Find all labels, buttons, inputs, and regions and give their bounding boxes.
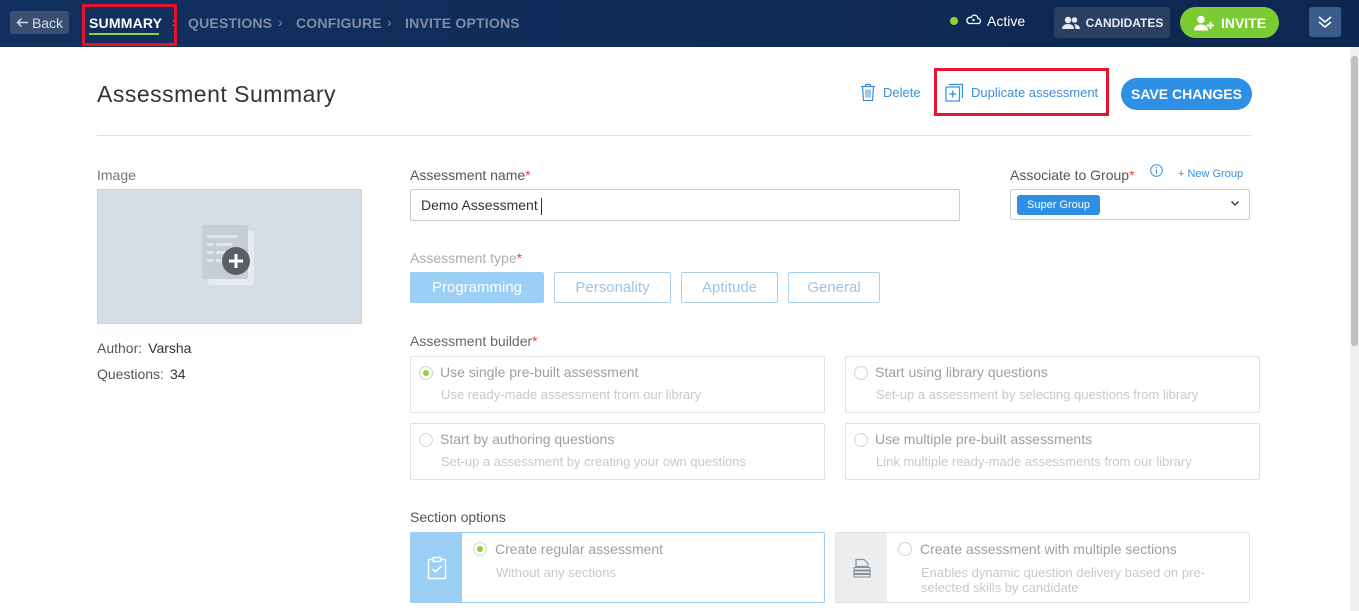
page-title: Assessment Summary xyxy=(97,81,337,107)
clipboard-check-icon xyxy=(427,556,446,579)
builder-option-library-questions[interactable]: Start using library questions Set-up a a… xyxy=(845,356,1260,413)
image-placeholder-icon xyxy=(201,224,254,285)
chevron-down-double-icon xyxy=(1318,16,1332,29)
option-subtitle-line2: selected skills by candidate xyxy=(921,580,1079,595)
group-tag[interactable]: Super Group xyxy=(1017,195,1100,215)
option-title: Create assessment with multiple sections xyxy=(920,541,1177,557)
step-separator: › xyxy=(387,14,392,30)
option-subtitle: Set-up a assessment by selecting questio… xyxy=(876,387,1199,402)
type-programming-button[interactable]: Programming xyxy=(410,272,544,303)
delete-label: Delete xyxy=(883,85,921,100)
section-icon-area xyxy=(836,533,887,602)
status-text[interactable]: Active xyxy=(987,13,1025,29)
candidates-label: CANDIDATES xyxy=(1085,15,1164,30)
trash-icon xyxy=(861,83,875,102)
cloud-status-icon xyxy=(966,14,981,25)
step-separator: › xyxy=(278,14,283,30)
users-icon xyxy=(1061,16,1080,29)
type-personality-button[interactable]: Personality xyxy=(554,272,671,303)
builder-option-authoring[interactable]: Start by authoring questions Set-up a as… xyxy=(410,423,825,480)
chevron-down-icon xyxy=(1231,201,1239,206)
assessment-name-label: Assessment name* xyxy=(410,167,531,183)
step-configure[interactable]: CONFIGURE xyxy=(296,15,382,31)
invite-label: INVITE xyxy=(1220,14,1267,31)
type-general-button[interactable]: General xyxy=(788,272,880,303)
invite-button[interactable]: INVITE xyxy=(1180,7,1279,38)
option-subtitle: Set-up a assessment by creating your own… xyxy=(441,454,746,469)
highlight-summary xyxy=(82,4,177,46)
radio[interactable] xyxy=(854,433,868,447)
type-aptitude-button[interactable]: Aptitude xyxy=(681,272,778,303)
questions-value: 34 xyxy=(169,366,186,382)
option-subtitle: Use ready-made assessment from our libra… xyxy=(441,387,702,402)
expand-menu-button[interactable] xyxy=(1309,7,1341,37)
author-value: Varsha xyxy=(148,340,192,356)
assessment-type-label: Assessment type* xyxy=(410,250,523,266)
back-button[interactable]: Back xyxy=(10,11,69,34)
section-options-label: Section options xyxy=(410,509,506,525)
option-subtitle-line1: Enables dynamic question delivery based … xyxy=(921,565,1206,580)
section-option-regular[interactable]: Create regular assessment Without any se… xyxy=(410,532,825,603)
back-label: Back xyxy=(31,14,64,31)
option-title: Create regular assessment xyxy=(495,541,664,557)
questions-label: Questions: xyxy=(97,366,164,382)
builder-option-single-prebuilt[interactable]: Use single pre-built assessment Use read… xyxy=(410,356,825,413)
author-meta: Author: Varsha xyxy=(97,340,191,356)
radio-selected[interactable] xyxy=(473,542,487,556)
layers-icon xyxy=(852,558,871,578)
scrollbar-thumb[interactable] xyxy=(1351,56,1358,346)
option-subtitle: Without any sections xyxy=(496,565,616,580)
save-changes-button[interactable]: SAVE CHANGES xyxy=(1121,78,1252,110)
add-user-icon xyxy=(1193,15,1214,30)
arrow-left-icon xyxy=(16,18,28,27)
step-invite-options[interactable]: INVITE OPTIONS xyxy=(405,15,520,31)
assessment-name-input[interactable]: Demo Assessment xyxy=(410,189,960,221)
radio-selected[interactable] xyxy=(419,366,433,380)
highlight-duplicate xyxy=(934,68,1109,116)
option-title: Use single pre-built assessment xyxy=(440,364,639,380)
group-select[interactable]: Super Group xyxy=(1010,189,1250,220)
option-title: Start using library questions xyxy=(875,364,1048,380)
section-icon-area xyxy=(411,533,462,602)
section-option-multiple[interactable]: Create assessment with multiple sections… xyxy=(835,532,1250,603)
step-questions[interactable]: QUESTIONS xyxy=(188,15,272,31)
builder-option-multiple-prebuilt[interactable]: Use multiple pre-built assessments Link … xyxy=(845,423,1260,480)
image-label: Image xyxy=(97,167,136,183)
option-subtitle: Link multiple ready-made assessments fro… xyxy=(876,454,1192,469)
option-title: Start by authoring questions xyxy=(440,431,615,447)
author-label: Author: xyxy=(97,340,143,356)
option-title: Use multiple pre-built assessments xyxy=(875,431,1093,447)
header-divider xyxy=(97,135,1252,136)
delete-button[interactable]: Delete xyxy=(860,83,921,102)
candidates-button[interactable]: CANDIDATES xyxy=(1054,7,1170,38)
text-caret xyxy=(540,197,542,215)
radio[interactable] xyxy=(419,433,433,447)
status-dot xyxy=(950,17,958,25)
questions-meta: Questions: 34 xyxy=(97,366,186,382)
radio[interactable] xyxy=(854,366,868,380)
radio[interactable] xyxy=(898,542,912,556)
assessment-builder-label: Assessment builder* xyxy=(410,333,538,349)
info-icon[interactable] xyxy=(1150,164,1163,177)
image-upload-area[interactable] xyxy=(97,189,362,324)
new-group-link[interactable]: + New Group xyxy=(1178,168,1243,180)
associate-group-label: Associate to Group* xyxy=(1010,167,1135,183)
